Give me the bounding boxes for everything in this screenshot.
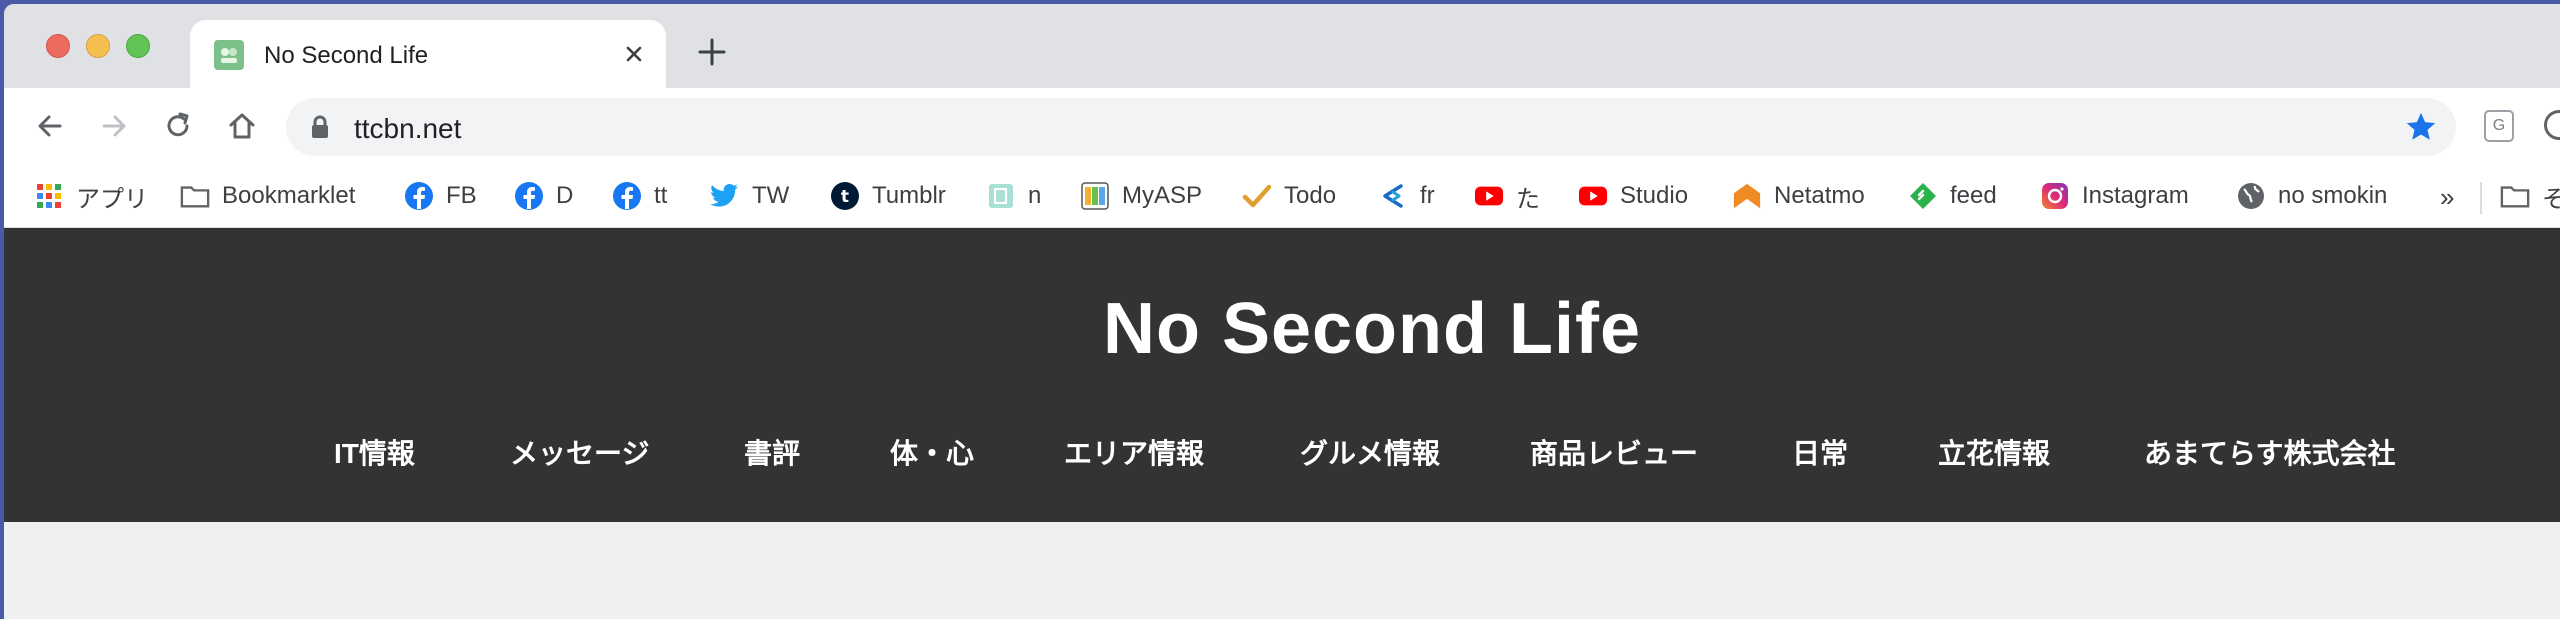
bookmark-ta[interactable]: た <box>1474 176 1540 216</box>
bookmark-tw[interactable]: TW <box>710 176 789 216</box>
tab-active[interactable]: No Second Life <box>190 20 666 88</box>
bookmark-other-folder[interactable]: そ <box>2500 176 2560 216</box>
minimize-window-button[interactable] <box>86 34 110 58</box>
nav-book-review[interactable]: 書評 <box>744 432 800 472</box>
bookmark-label: Todo <box>1284 182 1337 209</box>
bookmark-fb[interactable]: FB <box>404 176 477 216</box>
profile-icon[interactable] <box>2544 110 2560 140</box>
nav-amaterasu-company[interactable]: あまてらす株式会社 <box>2144 432 2395 472</box>
nav-tachibana-info[interactable]: 立花情報 <box>1938 432 2050 472</box>
note-icon <box>986 181 1016 211</box>
bookmark-tumblr[interactable]: t Tumblr <box>830 176 946 216</box>
bookmark-todo[interactable]: Todo <box>1242 176 1336 216</box>
nav-message[interactable]: メッセージ <box>510 432 649 472</box>
extension-icon[interactable]: G <box>2484 110 2514 142</box>
site-header: No Second Life IT情報 メッセージ 書評 体・心 エリア情報 グ… <box>4 228 2560 522</box>
web-page: No Second Life IT情報 メッセージ 書評 体・心 エリア情報 グ… <box>4 228 2560 619</box>
nav-product-review[interactable]: 商品レビュー <box>1530 432 1698 472</box>
bookmark-apps[interactable]: アプリ <box>34 176 148 216</box>
site-title[interactable]: No Second Life <box>4 288 2560 370</box>
bookmarks-bar: アプリ Bookmarklet FB D tt TW t Tumblr n My… <box>4 166 2560 228</box>
lock-icon[interactable] <box>310 115 330 144</box>
address-bar[interactable]: ttcbn.net <box>286 98 2456 156</box>
bookmark-myasp[interactable]: MyASP <box>1080 176 1202 216</box>
netatmo-icon <box>1732 181 1762 211</box>
plus-icon[interactable] <box>696 36 728 68</box>
site-nav: IT情報 メッセージ 書評 体・心 エリア情報 グルメ情報 商品レビュー 日常 … <box>4 432 2560 476</box>
bookmark-instagram[interactable]: Instagram <box>2040 176 2189 216</box>
bookmark-studio[interactable]: Studio <box>1578 176 1688 216</box>
bookmark-label: Studio <box>1620 182 1689 209</box>
tumblr-icon: t <box>830 181 860 211</box>
bookmark-netatmo[interactable]: Netatmo <box>1732 176 1865 216</box>
browser-toolbar: ttcbn.net G <box>4 88 2560 166</box>
bookmark-label: Instagram <box>2082 182 2189 209</box>
checkmark-icon <box>1242 181 1272 211</box>
myasp-icon <box>1080 181 1110 211</box>
bookmark-label: tt <box>654 182 668 209</box>
folder-icon <box>180 181 210 211</box>
url-text[interactable]: ttcbn.net <box>354 113 461 145</box>
bookmark-label: n <box>1028 182 1042 209</box>
bookmark-label: no smokin <box>2278 182 2388 209</box>
bookmark-label: FB <box>446 182 477 209</box>
bookmark-label: Bookmarklet <box>222 182 356 209</box>
bookmark-label: TW <box>752 182 790 209</box>
bookmark-n[interactable]: n <box>986 176 1041 216</box>
bookmark-label: アプリ <box>76 185 148 213</box>
bookmark-folder-bookmarklet[interactable]: Bookmarklet <box>180 176 355 216</box>
globe-icon <box>2236 181 2266 211</box>
instagram-icon <box>2040 181 2070 211</box>
bookmark-no-smokin[interactable]: no smokin <box>2236 176 2387 216</box>
bookmark-feed[interactable]: feed <box>1908 176 1997 216</box>
bookmark-fr[interactable]: fr <box>1378 176 1435 216</box>
bookmark-label: Netatmo <box>1774 182 1865 209</box>
bookmark-label: そ <box>2542 185 2560 213</box>
site-favicon-icon <box>214 40 244 70</box>
folder-icon <box>2500 181 2530 211</box>
tab-title: No Second Life <box>264 42 429 69</box>
bookmarks-divider <box>2480 182 2482 214</box>
home-icon[interactable] <box>224 108 260 144</box>
youtube-icon <box>1578 181 1608 211</box>
bookmarks-overflow-button[interactable]: » <box>2440 182 2454 213</box>
facebook-icon <box>514 181 544 211</box>
bookmark-d[interactable]: D <box>514 176 573 216</box>
zoom-window-button[interactable] <box>126 34 150 58</box>
facebook-icon <box>404 181 434 211</box>
bookmark-label: Tumblr <box>872 182 946 209</box>
browser-window: No Second Life ttcbn.net G アプリ Bookmarkl… <box>4 4 2560 619</box>
bookmark-label: D <box>556 182 574 209</box>
close-window-button[interactable] <box>46 34 70 58</box>
back-arrow-icon[interactable] <box>32 108 68 144</box>
star-icon[interactable] <box>2404 110 2438 149</box>
nav-daily-life[interactable]: 日常 <box>1792 432 1848 472</box>
nav-body-mind[interactable]: 体・心 <box>890 432 974 472</box>
nav-it-info[interactable]: IT情報 <box>334 432 415 472</box>
arrow-logo-icon <box>1378 181 1408 211</box>
bookmark-tt[interactable]: tt <box>612 176 667 216</box>
bookmark-label: MyASP <box>1122 182 1203 209</box>
close-icon[interactable] <box>620 40 648 68</box>
bookmark-label: た <box>1516 185 1540 213</box>
feedly-icon <box>1908 181 1938 211</box>
nav-gourmet-info[interactable]: グルメ情報 <box>1300 432 1440 472</box>
reload-icon[interactable] <box>160 108 196 144</box>
bookmark-label: feed <box>1950 182 1997 209</box>
page-content <box>4 522 2560 619</box>
facebook-icon <box>612 181 642 211</box>
twitter-icon <box>710 181 740 211</box>
apps-grid-icon <box>34 181 64 211</box>
forward-arrow-icon[interactable] <box>96 108 132 144</box>
tab-strip: No Second Life <box>4 4 2560 88</box>
bookmark-label: fr <box>1420 182 1435 209</box>
svg-text:t: t <box>841 187 849 207</box>
nav-area-info[interactable]: エリア情報 <box>1064 432 1204 472</box>
youtube-icon <box>1474 181 1504 211</box>
